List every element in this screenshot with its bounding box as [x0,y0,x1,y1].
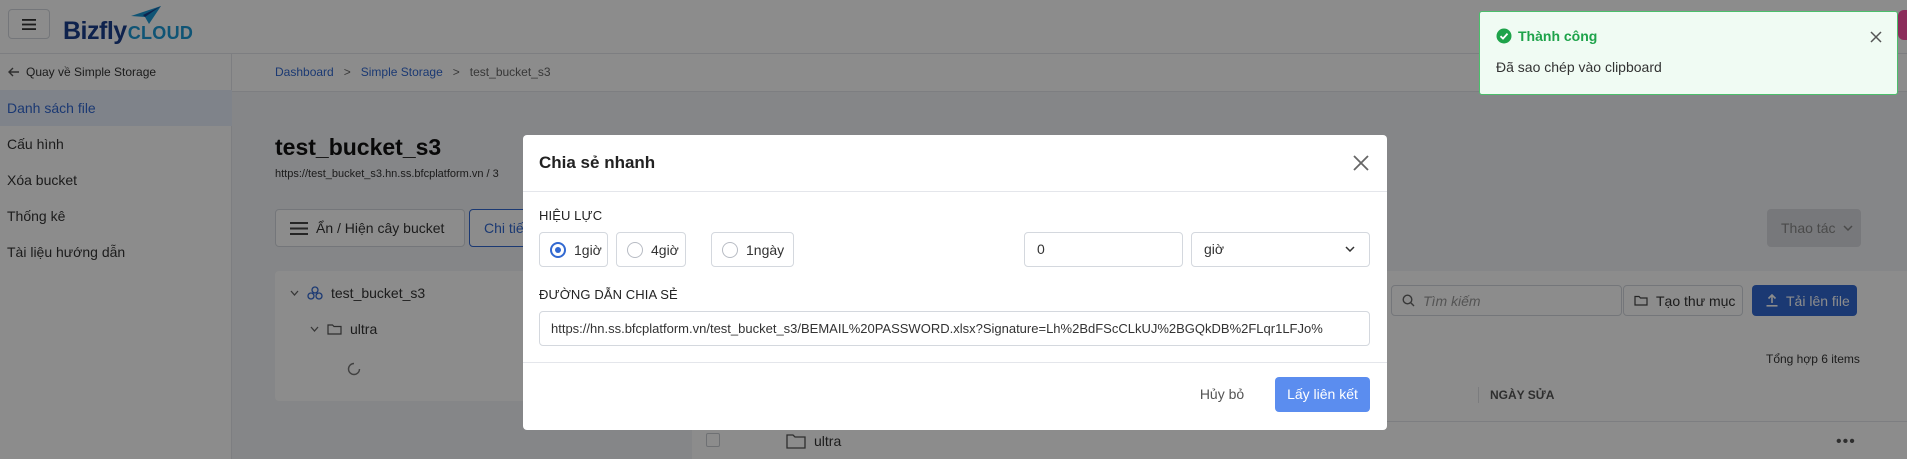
cancel-button[interactable]: Hủy bỏ [1187,377,1257,412]
option-label: 4giờ [651,241,679,258]
option-1-day[interactable]: 1ngày [711,232,794,267]
share-url-field[interactable]: https://hn.ss.bfcplatform.vn/test_bucket… [539,311,1370,346]
toast-message: Đã sao chép vào clipboard [1496,59,1662,75]
duration-unit-select[interactable]: giờ [1191,232,1370,267]
modal-footer: Hủy bỏ Lấy liên kết [523,362,1387,430]
share-link-label: ĐƯỜNG DẪN CHIA SẺ [539,287,678,302]
radio-checked-icon [550,241,566,258]
close-icon[interactable] [1351,153,1371,173]
option-label: 1ngày [746,241,785,258]
toast-title-text: Thành công [1518,28,1598,44]
chevron-down-icon [1345,246,1355,252]
get-link-button[interactable]: Lấy liên kết [1275,377,1370,412]
avatar[interactable] [1898,10,1907,40]
option-4-hours[interactable]: 4giờ [616,232,686,267]
radio-unchecked-icon [722,241,738,258]
close-icon[interactable] [1869,30,1883,44]
custom-duration-input[interactable]: 0 [1024,232,1183,267]
option-1-hour[interactable]: 1giờ [539,232,608,267]
validity-label: HIỆU LỰC [539,208,603,223]
unit-value: giờ [1204,241,1225,257]
check-circle-icon [1496,28,1512,44]
success-toast: Thành công Đã sao chép vào clipboard [1479,11,1898,95]
modal-header: Chia sẻ nhanh [523,135,1387,192]
modal-title: Chia sẻ nhanh [539,153,656,172]
option-label: 1giờ [574,241,602,258]
quick-share-modal: Chia sẻ nhanh HIỆU LỰC 1giờ 4giờ 1ngày 0… [523,135,1387,430]
radio-unchecked-icon [627,241,643,258]
toast-title: Thành công [1496,28,1597,44]
